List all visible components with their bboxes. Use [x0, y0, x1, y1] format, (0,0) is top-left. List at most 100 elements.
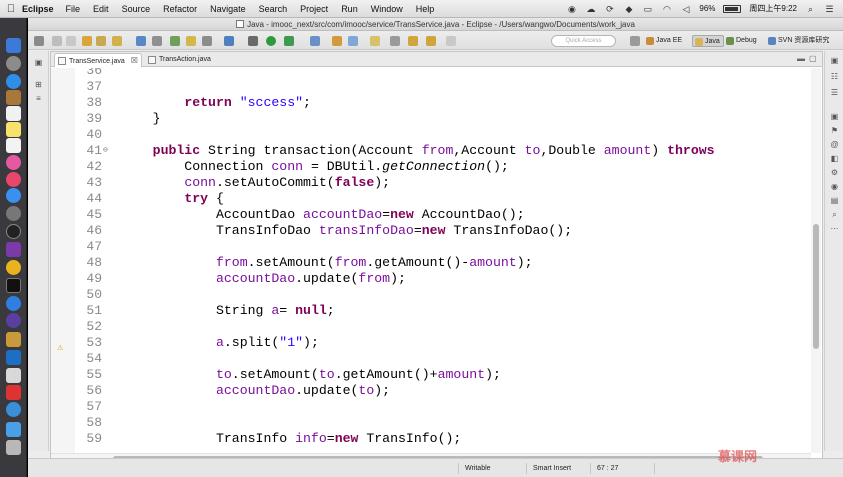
photos-icon[interactable]	[6, 155, 21, 170]
app-store-icon[interactable]	[6, 188, 21, 203]
apple-menu-icon[interactable]: 	[0, 3, 22, 15]
menu-navigate[interactable]: Navigate	[210, 4, 246, 14]
code-line[interactable]: conn.setAutoCommit(false);	[121, 175, 811, 191]
code-line[interactable]	[121, 127, 811, 143]
perspective-java-ee[interactable]: Java EE	[644, 35, 685, 47]
warning-marker-icon[interactable]: ⚠	[57, 344, 63, 352]
app-icon-4[interactable]	[6, 402, 21, 417]
trash-icon[interactable]	[6, 440, 21, 455]
tab-transservice[interactable]: TransService.java ☒	[54, 53, 142, 67]
code-line[interactable]: String a= null;	[121, 303, 811, 319]
menu-refactor[interactable]: Refactor	[163, 4, 197, 14]
perspective-debug[interactable]: Debug	[724, 35, 760, 47]
word-icon[interactable]	[6, 350, 21, 365]
debug-icon[interactable]	[248, 36, 258, 46]
code-line[interactable]	[121, 68, 811, 79]
finder-icon[interactable]	[6, 38, 21, 53]
new-icon[interactable]	[34, 36, 44, 46]
navigator-icon[interactable]: ≡	[34, 95, 43, 103]
battery-icon[interactable]	[723, 4, 742, 13]
menu-help[interactable]: Help	[416, 4, 435, 14]
vertical-scrollbar[interactable]	[811, 68, 821, 453]
open-perspective-icon[interactable]	[630, 36, 640, 46]
highlight-icon[interactable]	[186, 36, 196, 46]
save-icon[interactable]	[52, 36, 62, 46]
restore-bottom-icon[interactable]: ▣	[830, 113, 839, 121]
launchpad-icon[interactable]	[6, 56, 21, 71]
tools-icon[interactable]	[152, 36, 162, 46]
downloads-folder-icon[interactable]	[6, 422, 21, 437]
marker-icon[interactable]	[170, 36, 180, 46]
code-line[interactable]	[121, 79, 811, 95]
app-icon-1[interactable]	[6, 332, 21, 347]
forward-icon[interactable]	[426, 36, 436, 46]
outline-icon[interactable]: ☷	[830, 73, 839, 81]
code-line[interactable]: TransInfo info=new TransInfo();	[121, 431, 811, 447]
servers-icon[interactable]: ⚙	[830, 169, 839, 177]
menu-edit[interactable]: Edit	[93, 4, 109, 14]
qq-icon[interactable]	[6, 224, 21, 239]
tray-display-icon[interactable]: ▭	[642, 4, 653, 14]
fold-toggle-icon[interactable]: ⊖	[103, 143, 108, 159]
restore-icon[interactable]: ▣	[34, 59, 43, 67]
left-ruler[interactable]: ⚠	[51, 68, 75, 453]
menu-search[interactable]: Search	[259, 4, 288, 14]
code-line[interactable]	[121, 319, 811, 335]
annotation-icon[interactable]	[370, 36, 380, 46]
terminal-icon[interactable]	[6, 278, 21, 293]
code-line[interactable]: accountDao.update(to);	[121, 383, 811, 399]
javadoc-icon[interactable]: @	[830, 141, 839, 149]
last-edit-icon[interactable]	[390, 36, 400, 46]
code-line[interactable]: AccountDao accountDao=new AccountDao();	[121, 207, 811, 223]
code-line[interactable]	[121, 287, 811, 303]
wifi-icon[interactable]: ◠	[661, 4, 672, 14]
spotlight-search-icon[interactable]: ⌕	[805, 4, 816, 14]
java-editor[interactable]: TransService.java ☒ TransAction.java ▬ ▢ …	[50, 51, 823, 465]
perspective-java[interactable]: Java	[692, 35, 724, 47]
run-icon[interactable]	[266, 36, 276, 46]
code-line[interactable]: return "sccess";	[121, 95, 811, 111]
notification-center-icon[interactable]: ☰	[824, 4, 835, 14]
menu-app-eclipse[interactable]: Eclipse	[22, 4, 54, 14]
volume-icon[interactable]: ◁	[680, 4, 691, 14]
system-preferences-icon[interactable]	[6, 206, 21, 221]
code-line[interactable]: a.split("1");	[121, 335, 811, 351]
reminders-icon[interactable]	[6, 138, 21, 153]
menu-source[interactable]: Source	[122, 4, 151, 14]
code-area[interactable]: ⚠ 36 37 38 39 40 41 ⊖ 42 43 44 45 46 47 4…	[51, 68, 822, 453]
code-line[interactable]: Connection conn = DBUtil.getConnection()…	[121, 159, 811, 175]
menu-run[interactable]: Run	[341, 4, 358, 14]
status-insert-mode[interactable]: Smart Insert	[526, 463, 577, 474]
code-line[interactable]	[121, 351, 811, 367]
tray-sync-icon[interactable]: ⟳	[604, 4, 615, 14]
tray-app-icon[interactable]: ◉	[566, 4, 577, 14]
restore-right-icon[interactable]: ▣	[830, 57, 839, 65]
quick-access-input[interactable]: Quick Access	[551, 35, 616, 47]
app-icon-2[interactable]	[6, 368, 21, 383]
search-icon[interactable]	[332, 36, 342, 46]
progress-icon[interactable]: ⋯	[830, 225, 839, 233]
new-server-icon[interactable]	[310, 36, 320, 46]
menu-clock[interactable]: 周四上午9:22	[749, 3, 797, 14]
itunes-icon[interactable]	[6, 172, 21, 187]
app-icon-3[interactable]	[6, 385, 21, 400]
minimize-editor-icon[interactable]: ▬	[797, 54, 805, 63]
vertical-scroll-thumb[interactable]	[813, 224, 819, 349]
task-list-icon[interactable]: ☰	[830, 89, 839, 97]
code-line[interactable]	[121, 415, 811, 431]
open-type-icon[interactable]	[82, 36, 92, 46]
class-icon[interactable]	[112, 36, 122, 46]
close-tab-icon[interactable]: ☒	[131, 56, 138, 65]
code-line[interactable]: try {	[121, 191, 811, 207]
declaration-icon[interactable]: ◧	[830, 155, 839, 163]
maximize-editor-icon[interactable]: ▢	[809, 54, 817, 63]
package-explorer-icon[interactable]: ⊞	[34, 81, 43, 89]
pin-icon[interactable]	[446, 36, 456, 46]
back-icon[interactable]	[408, 36, 418, 46]
tab-transaction[interactable]: TransAction.java	[145, 53, 227, 67]
console-icon[interactable]	[136, 36, 146, 46]
problems-icon[interactable]: ⚑	[830, 127, 839, 135]
code-line[interactable]: to.setAmount(to.getAmount()+amount);	[121, 367, 811, 383]
tray-cloud-icon[interactable]: ☁	[585, 4, 596, 14]
skip-breakpoints-icon[interactable]	[224, 36, 234, 46]
